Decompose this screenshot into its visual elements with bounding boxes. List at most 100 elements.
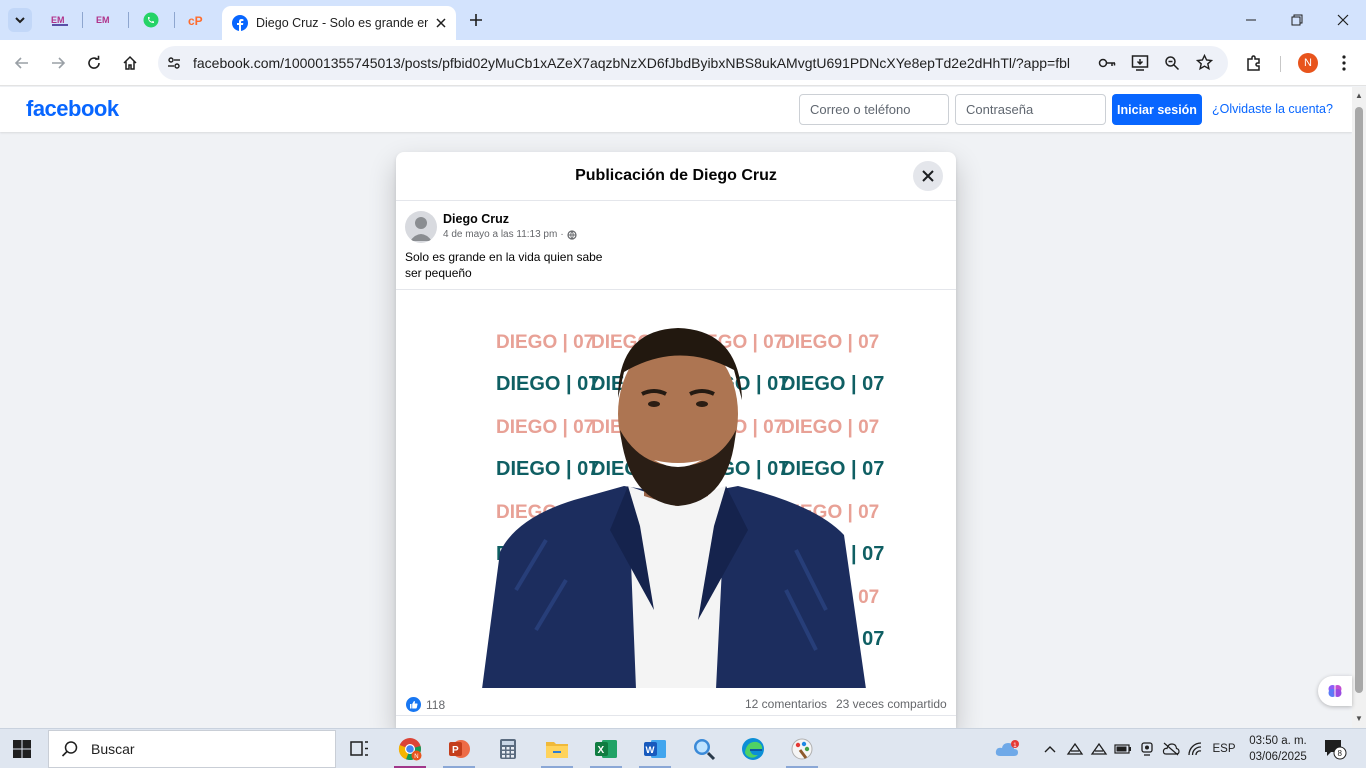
pinned-tab-cp[interactable]: cP xyxy=(180,8,214,32)
notification-icon: 8 xyxy=(1325,740,1347,760)
onedrive-tray[interactable] xyxy=(1160,729,1182,768)
cp-logo-icon: cP xyxy=(188,14,203,28)
svg-text:EM: EM xyxy=(51,15,65,25)
author-avatar[interactable] xyxy=(405,211,437,243)
close-tab-icon[interactable] xyxy=(436,18,446,28)
edge-taskbar-app[interactable] xyxy=(733,733,773,765)
scroll-thumb[interactable] xyxy=(1355,107,1363,693)
chevron-up-icon xyxy=(1044,746,1056,753)
wifi-tray[interactable] xyxy=(1184,729,1206,768)
paint-taskbar-app[interactable] xyxy=(782,733,822,768)
pinned-tab-em-2[interactable]: EM xyxy=(88,8,122,32)
language-indicator[interactable]: ESP xyxy=(1210,729,1238,768)
excel-icon: X xyxy=(595,740,617,758)
bookmark-star-icon[interactable] xyxy=(1196,54,1213,71)
password-input[interactable] xyxy=(955,94,1106,125)
forgot-account-link[interactable]: ¿Olvidaste la cuenta? xyxy=(1212,102,1333,116)
tray-app-1[interactable] xyxy=(1064,729,1086,768)
chrome-icon: N xyxy=(398,738,422,761)
dialog-title: Publicación de Diego Cruz xyxy=(575,167,777,184)
facebook-header: facebook Iniciar sesión ¿Olvidaste la cu… xyxy=(0,87,1352,132)
back-button[interactable] xyxy=(8,49,36,77)
comments-count-link[interactable]: 12 comentarios xyxy=(745,697,827,711)
site-settings-icon[interactable] xyxy=(166,55,182,71)
pinned-tab-whatsapp[interactable] xyxy=(134,8,168,32)
extensions-button[interactable] xyxy=(1240,49,1268,77)
scroll-up-arrow-icon[interactable]: ▲ xyxy=(1354,91,1364,101)
excel-taskbar-app[interactable]: X xyxy=(586,733,626,768)
browser-toolbar: facebook.com/100001355745013/posts/pfbid… xyxy=(0,40,1366,86)
task-view-button[interactable] xyxy=(340,733,380,765)
tray-app-2[interactable] xyxy=(1088,729,1110,768)
post-image[interactable]: DIEGO | 07 DIEGO | 07 DIEGO | 07 DIEGO | 07… xyxy=(396,289,956,688)
home-icon xyxy=(123,55,137,70)
post-text: Solo es grande en la vida quien sabe ser… xyxy=(405,249,705,281)
minimize-button[interactable] xyxy=(1228,0,1274,40)
reactions-summary[interactable]: 118 xyxy=(406,697,445,712)
assistant-floating-button[interactable] xyxy=(1318,676,1352,706)
taskbar-search-box[interactable]: Buscar xyxy=(48,730,336,768)
windows-start-icon[interactable] xyxy=(12,739,32,759)
address-bar[interactable]: facebook.com/100001355745013/posts/pfbid… xyxy=(158,46,1228,80)
search-icon xyxy=(61,741,78,757)
notification-center-button[interactable]: 8 xyxy=(1320,729,1350,768)
post-meta: 4 de mayo a las 11:13 pm · xyxy=(443,229,577,240)
email-input[interactable] xyxy=(799,94,949,125)
active-tab[interactable]: Diego Cruz - Solo es grande en la vida q… xyxy=(222,6,456,40)
pinned-tab-em[interactable]: EM xyxy=(43,8,77,32)
arrow-left-icon xyxy=(14,57,28,69)
plus-icon xyxy=(470,14,482,26)
tab-search-button[interactable] xyxy=(8,8,32,32)
edge-icon xyxy=(742,738,764,760)
powerpoint-icon: P xyxy=(449,740,470,758)
dialog-close-button[interactable] xyxy=(913,161,943,191)
tab-separator xyxy=(128,12,129,28)
new-tab-button[interactable] xyxy=(464,8,488,32)
login-button[interactable]: Iniciar sesión xyxy=(1112,94,1202,125)
scroll-down-arrow-icon[interactable]: ▼ xyxy=(1354,714,1364,724)
magnifier-globe-icon xyxy=(694,739,716,761)
powerpoint-taskbar-app[interactable]: P xyxy=(439,733,479,768)
kebab-menu-icon xyxy=(1342,55,1346,71)
banner-text: DIEGO | 07 xyxy=(781,332,879,353)
restore-button[interactable] xyxy=(1274,0,1320,40)
word-taskbar-app[interactable]: W xyxy=(635,733,675,768)
forward-button[interactable] xyxy=(44,49,72,77)
facebook-logo[interactable]: facebook xyxy=(26,96,119,122)
word-icon: W xyxy=(644,740,666,758)
banner-text: DIEGO | 07 xyxy=(496,373,599,395)
windows-taskbar: Buscar N P X W 1 ESP 03:50 a. m. 03/06/2… xyxy=(0,728,1366,768)
post-timestamp[interactable]: 4 de mayo a las 11:13 pm xyxy=(443,229,557,240)
chrome-taskbar-app[interactable]: N xyxy=(390,733,430,768)
taskbar-clock[interactable]: 03:50 a. m. 03/06/2025 xyxy=(1247,733,1309,765)
taskbar-search-placeholder: Buscar xyxy=(91,741,135,757)
clock-time: 03:50 a. m. xyxy=(1249,735,1307,747)
reload-button[interactable] xyxy=(80,49,108,77)
webcam-tray[interactable] xyxy=(1136,729,1158,768)
restore-icon xyxy=(1291,14,1303,26)
shares-count-link[interactable]: 23 veces compartido xyxy=(836,697,947,711)
brain-icon xyxy=(1328,685,1342,697)
weather-tray[interactable]: 1 xyxy=(990,729,1024,768)
close-window-button[interactable] xyxy=(1320,0,1366,40)
zoom-icon[interactable] xyxy=(1164,55,1180,71)
key-icon[interactable] xyxy=(1098,56,1116,70)
em-logo-icon: EM xyxy=(51,15,68,26)
browser-menu-button[interactable] xyxy=(1330,49,1358,77)
file-explorer-taskbar-app[interactable] xyxy=(537,733,577,768)
battery-tray[interactable] xyxy=(1112,729,1134,768)
author-name[interactable]: Diego Cruz xyxy=(443,212,509,226)
show-hidden-icons-button[interactable] xyxy=(1040,729,1060,768)
profile-avatar[interactable]: N xyxy=(1298,53,1318,73)
page-scrollbar[interactable]: ▲ ▼ xyxy=(1352,87,1366,728)
banner-text: DIEGO | 07 xyxy=(496,417,594,438)
calculator-taskbar-app[interactable] xyxy=(488,733,528,765)
home-button[interactable] xyxy=(116,49,144,77)
install-app-icon[interactable] xyxy=(1131,54,1149,72)
task-view-icon xyxy=(350,741,368,756)
calculator-icon xyxy=(500,739,516,759)
tab-separator xyxy=(174,12,175,28)
puzzle-icon xyxy=(1247,55,1260,71)
svg-text:cP: cP xyxy=(188,14,203,28)
search-app-taskbar-app[interactable] xyxy=(684,733,724,765)
